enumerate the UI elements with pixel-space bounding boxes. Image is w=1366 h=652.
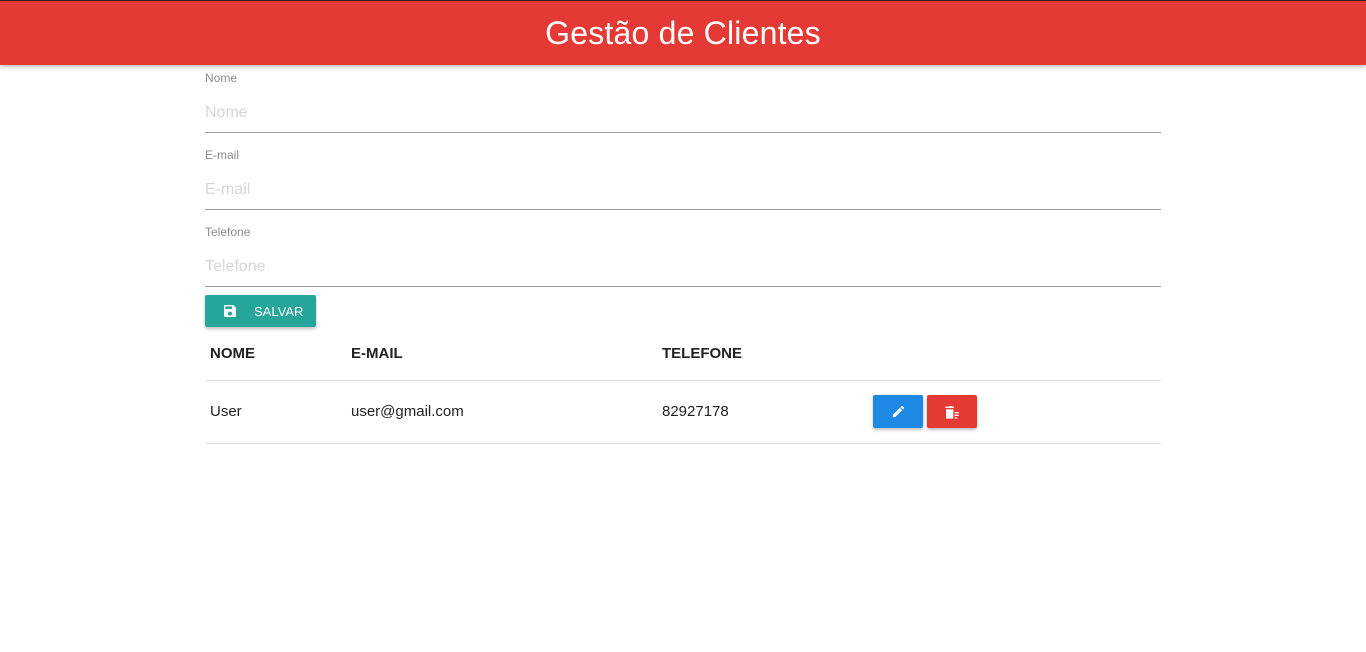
trash-icon [944, 405, 960, 419]
cell-actions [868, 380, 1161, 444]
cell-telefone: 82927178 [657, 380, 868, 444]
app-header: Gestão de Clientes [0, 0, 1366, 65]
email-label: E-mail [205, 148, 240, 162]
table-row: User user@gmail.com 82927178 [205, 380, 1161, 444]
header-actions [868, 328, 1161, 381]
client-form: Nome E-mail Telefone [205, 65, 1161, 296]
save-button[interactable]: SALVAR [205, 295, 316, 327]
clients-table: NOME E-MAIL TELEFONE User user@gmail.com… [205, 328, 1161, 444]
nome-label: Nome [205, 71, 238, 85]
header-nome: NOME [205, 328, 346, 381]
table-header-row: NOME E-MAIL TELEFONE [205, 328, 1161, 381]
delete-button[interactable] [927, 395, 977, 428]
pencil-icon [891, 404, 906, 419]
cell-email: user@gmail.com [346, 380, 657, 444]
header-email: E-MAIL [346, 328, 657, 381]
save-button-label: SALVAR [254, 303, 304, 319]
nome-field-group: Nome [205, 65, 1161, 142]
cell-nome: User [205, 380, 346, 444]
nome-input[interactable] [205, 93, 1161, 133]
telefone-label: Telefone [205, 225, 251, 239]
email-field-group: E-mail [205, 142, 1161, 219]
save-icon [222, 303, 238, 319]
header-telefone: TELEFONE [657, 328, 868, 381]
telefone-field-group: Telefone [205, 219, 1161, 296]
email-input[interactable] [205, 170, 1161, 210]
edit-button[interactable] [873, 395, 923, 428]
row-actions [873, 395, 1156, 428]
page-title: Gestão de Clientes [545, 14, 821, 51]
telefone-input[interactable] [205, 247, 1161, 287]
